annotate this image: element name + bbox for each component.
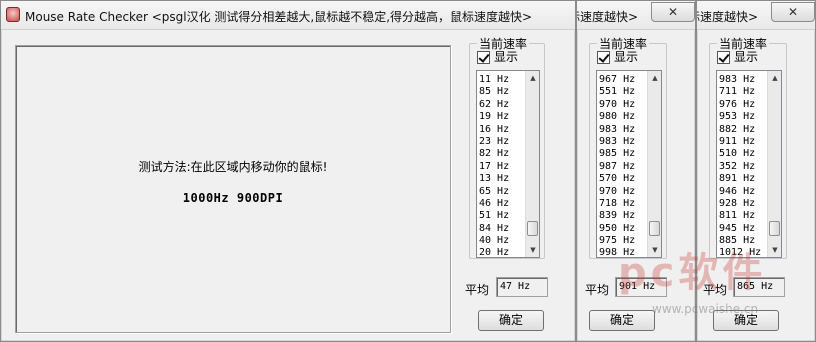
rate-list[interactable]: 967 Hz 551 Hz 970 Hz 980 Hz 983 Hz 983 Hz 985 … <box>596 70 662 258</box>
window-title-fragment: 标速度越快> <box>577 10 639 24</box>
list-item[interactable]: 20 Hz <box>479 247 509 259</box>
list-item[interactable]: 928 Hz <box>719 198 761 210</box>
show-label: 显示 <box>494 50 519 64</box>
list-item[interactable]: 51 Hz <box>479 210 509 222</box>
site-watermark: pc软件 www.pcwaishe.cn <box>612 240 812 330</box>
current-rate-group: 当前速率 显示 11 Hz 85 Hz 62 Hz 19 Hz 16 Hz 23 Hz 82… <box>469 35 545 259</box>
list-item[interactable]: 839 Hz <box>599 210 635 222</box>
list-item[interactable]: 882 Hz <box>719 124 761 136</box>
scroll-thumb[interactable] <box>769 221 780 236</box>
list-item[interactable]: 40 Hz <box>479 235 509 247</box>
list-item[interactable]: 945 Hz <box>719 223 761 235</box>
window-title: Mouse Rate Checker <psgl汉化 测试得分相差越大,鼠标越不… <box>25 10 533 24</box>
window-title-fragment: 标速度越快> <box>697 10 759 24</box>
list-item[interactable]: 19 Hz <box>479 111 509 123</box>
list-item[interactable]: 62 Hz <box>479 99 509 111</box>
average-label: 平均 <box>465 283 490 297</box>
list-scrollbar[interactable]: ▲ ▼ <box>767 71 781 257</box>
list-item[interactable]: 983 Hz <box>599 124 635 136</box>
list-item[interactable]: 65 Hz <box>479 186 509 198</box>
scroll-up-arrow-icon[interactable]: ▲ <box>648 71 662 85</box>
list-item[interactable]: 551 Hz <box>599 86 635 98</box>
main-window: Mouse Rate Checker <psgl汉化 测试得分相差越大,鼠标越不… <box>0 0 576 342</box>
list-item[interactable]: 711 Hz <box>719 86 761 98</box>
list-item[interactable]: 970 Hz <box>599 99 635 111</box>
list-item[interactable]: 985 Hz <box>599 148 635 160</box>
checkbox-icon[interactable] <box>477 51 490 64</box>
checkbox-icon[interactable] <box>717 51 730 64</box>
list-item[interactable]: 46 Hz <box>479 198 509 210</box>
ok-button[interactable]: 确定 <box>478 310 544 331</box>
scroll-up-arrow-icon[interactable]: ▲ <box>526 71 540 85</box>
scroll-down-arrow-icon[interactable]: ▼ <box>526 243 540 257</box>
list-scrollbar[interactable]: ▲ ▼ <box>525 71 539 257</box>
show-label: 显示 <box>614 50 639 64</box>
test-instruction: 测试方法:在此区域内移动你的鼠标! <box>138 160 328 174</box>
checkbox-icon[interactable] <box>597 51 610 64</box>
title-bar[interactable]: 标速度越快> ✕ <box>577 1 695 30</box>
list-item[interactable]: 983 Hz <box>719 74 761 86</box>
list-item[interactable]: 510 Hz <box>719 148 761 160</box>
list-item[interactable]: 85 Hz <box>479 86 509 98</box>
list-item[interactable]: 17 Hz <box>479 161 509 173</box>
show-checkbox[interactable]: 显示 <box>717 51 758 65</box>
list-item[interactable]: 946 Hz <box>719 186 761 198</box>
show-label: 显示 <box>734 50 759 64</box>
list-item[interactable]: 718 Hz <box>599 198 635 210</box>
list-item[interactable]: 976 Hz <box>719 99 761 111</box>
list-item[interactable]: 11 Hz <box>479 74 509 86</box>
list-item[interactable]: 891 Hz <box>719 173 761 185</box>
close-icon[interactable]: ✕ <box>771 2 815 22</box>
list-item[interactable]: 811 Hz <box>719 210 761 222</box>
average-value-field: 47 Hz <box>496 277 548 297</box>
list-item[interactable]: 983 Hz <box>599 136 635 148</box>
list-item[interactable]: 352 Hz <box>719 161 761 173</box>
title-bar[interactable]: Mouse Rate Checker <psgl汉化 测试得分相差越大,鼠标越不… <box>1 1 575 30</box>
list-item[interactable]: 911 Hz <box>719 136 761 148</box>
scroll-thumb[interactable] <box>649 221 660 236</box>
list-item[interactable]: 950 Hz <box>599 223 635 235</box>
close-icon[interactable]: ✕ <box>651 2 695 22</box>
mouse-spec: 1000Hz 900DPI <box>182 191 284 205</box>
list-item[interactable]: 980 Hz <box>599 111 635 123</box>
list-item[interactable]: 970 Hz <box>599 186 635 198</box>
watermark-logo: pc软件 <box>618 250 767 296</box>
average-label: 平均 <box>585 283 610 297</box>
show-checkbox[interactable]: 显示 <box>477 51 518 65</box>
rate-list[interactable]: 11 Hz 85 Hz 62 Hz 19 Hz 16 Hz 23 Hz 82 Hz 17 Hz… <box>476 70 540 258</box>
list-item[interactable]: 967 Hz <box>599 74 635 86</box>
list-item[interactable]: 23 Hz <box>479 136 509 148</box>
list-item[interactable]: 16 Hz <box>479 124 509 136</box>
mouse-test-area[interactable]: 测试方法:在此区域内移动你的鼠标! 1000Hz 900DPI <box>15 45 451 333</box>
show-checkbox[interactable]: 显示 <box>597 51 638 65</box>
list-item[interactable]: 82 Hz <box>479 148 509 160</box>
current-rate-group: 当前速率 显示 967 Hz 551 Hz 970 Hz 980 Hz 983 Hz 98… <box>589 35 667 259</box>
scroll-up-arrow-icon[interactable]: ▲ <box>768 71 782 85</box>
list-scrollbar[interactable]: ▲ ▼ <box>647 71 661 257</box>
list-item[interactable]: 570 Hz <box>599 173 635 185</box>
current-rate-group: 当前速率 显示 983 Hz 711 Hz 976 Hz 953 Hz 882 Hz 91… <box>709 35 787 259</box>
scroll-thumb[interactable] <box>527 221 538 236</box>
title-bar[interactable]: 标速度越快> ✕ <box>697 1 815 30</box>
list-item[interactable]: 84 Hz <box>479 223 509 235</box>
watermark-url: www.pcwaishe.cn <box>652 302 759 316</box>
rate-list[interactable]: 983 Hz 711 Hz 976 Hz 953 Hz 882 Hz 911 Hz 510 … <box>716 70 782 258</box>
list-item[interactable]: 987 Hz <box>599 161 635 173</box>
list-item[interactable]: 953 Hz <box>719 111 761 123</box>
app-icon <box>6 7 20 22</box>
list-item[interactable]: 13 Hz <box>479 173 509 185</box>
